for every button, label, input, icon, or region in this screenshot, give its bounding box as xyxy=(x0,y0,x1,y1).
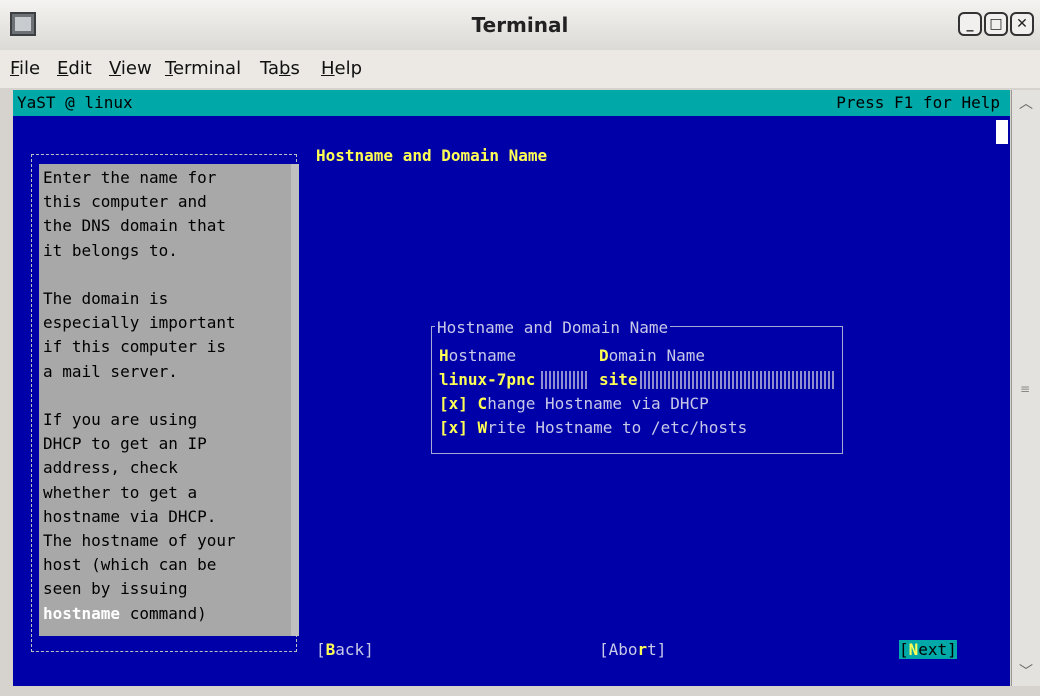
minimize-button[interactable]: _ xyxy=(958,12,982,36)
hostname-input[interactable]: linux-7pnc xyxy=(439,370,535,389)
help-line: whether to get a xyxy=(43,482,198,502)
domain-input[interactable]: site xyxy=(599,370,638,389)
help-line: hostname via DHCP. xyxy=(43,506,217,526)
help-line: Enter the name for xyxy=(43,168,217,187)
menu-terminal[interactable]: Terminal xyxy=(165,58,241,79)
window-title: Terminal xyxy=(471,13,569,37)
hostname-label: Hostname xyxy=(439,346,517,365)
menu-view[interactable]: View xyxy=(109,58,152,79)
help-command: hostname xyxy=(43,604,121,623)
close-button[interactable]: ✕ xyxy=(1010,12,1034,36)
scroll-thumb-icon[interactable]: ≡ xyxy=(1018,382,1032,400)
next-button[interactable]: [Next] xyxy=(899,640,957,659)
help-line: especially important xyxy=(43,313,236,333)
yast-status-bar: YaST @ linux Press F1 for Help xyxy=(13,90,1010,116)
status-host: YaST @ linux xyxy=(17,93,133,112)
terminal-cursor xyxy=(996,120,1008,144)
terminal-scrollbar[interactable]: ︿ ≡ ﹀ xyxy=(1011,90,1040,686)
terminal-area[interactable]: YaST @ linux Press F1 for Help Enter the… xyxy=(13,90,1010,686)
help-scrollbar[interactable] xyxy=(291,164,299,636)
menu-bar: File Edit View Terminal Tabs Help xyxy=(0,50,1040,88)
menu-edit[interactable]: Edit xyxy=(57,58,92,79)
back-button[interactable]: [Back] xyxy=(316,640,374,659)
help-line: this computer and xyxy=(43,192,207,212)
domain-label: Domain Name xyxy=(599,346,705,365)
help-line: DHCP to get an IP xyxy=(43,434,207,454)
minimize-icon: _ xyxy=(966,16,974,32)
maximize-button[interactable]: □ xyxy=(984,12,1008,36)
help-line: host (which can be xyxy=(43,555,217,575)
help-line: the DNS domain that xyxy=(43,216,227,236)
close-icon: ✕ xyxy=(1016,16,1028,32)
help-line: The domain is xyxy=(43,289,169,308)
help-line: address, check xyxy=(43,458,178,478)
status-help-hint: Press F1 for Help xyxy=(836,93,1000,112)
scroll-down-icon[interactable]: ﹀ xyxy=(1014,660,1038,684)
dialog-title: Hostname and Domain Name xyxy=(316,146,548,165)
help-line: if this computer is xyxy=(43,337,227,357)
frame-title: Hostname and Domain Name xyxy=(435,318,671,337)
hostname-input-pad[interactable] xyxy=(541,371,587,389)
menu-file[interactable]: File xyxy=(10,58,40,79)
scroll-up-icon[interactable]: ︿ xyxy=(1014,92,1038,116)
abort-button[interactable]: [Abort] xyxy=(599,640,666,659)
help-text-panel[interactable]: Enter the name for this computer and the D… xyxy=(39,164,291,636)
change-hostname-dhcp-checkbox[interactable]: [x] Change Hostname via DHCP xyxy=(439,394,709,413)
window-titlebar[interactable]: Terminal _ □ ✕ xyxy=(0,0,1040,51)
help-line-last: hostname command) xyxy=(43,604,207,623)
menu-tabs[interactable]: Tabs xyxy=(260,58,300,79)
help-line: a mail server. xyxy=(43,361,178,381)
help-line: it belongs to. xyxy=(43,240,178,260)
help-line: The hostname of your xyxy=(43,531,236,550)
help-line: seen by issuing xyxy=(43,579,188,599)
write-hostname-hosts-checkbox[interactable]: [x] Write Hostname to /etc/hosts xyxy=(439,418,747,437)
domain-input-pad[interactable] xyxy=(640,371,836,389)
menu-help[interactable]: Help xyxy=(321,58,362,79)
maximize-icon: □ xyxy=(989,16,1003,32)
help-line: If you are using xyxy=(43,410,198,429)
